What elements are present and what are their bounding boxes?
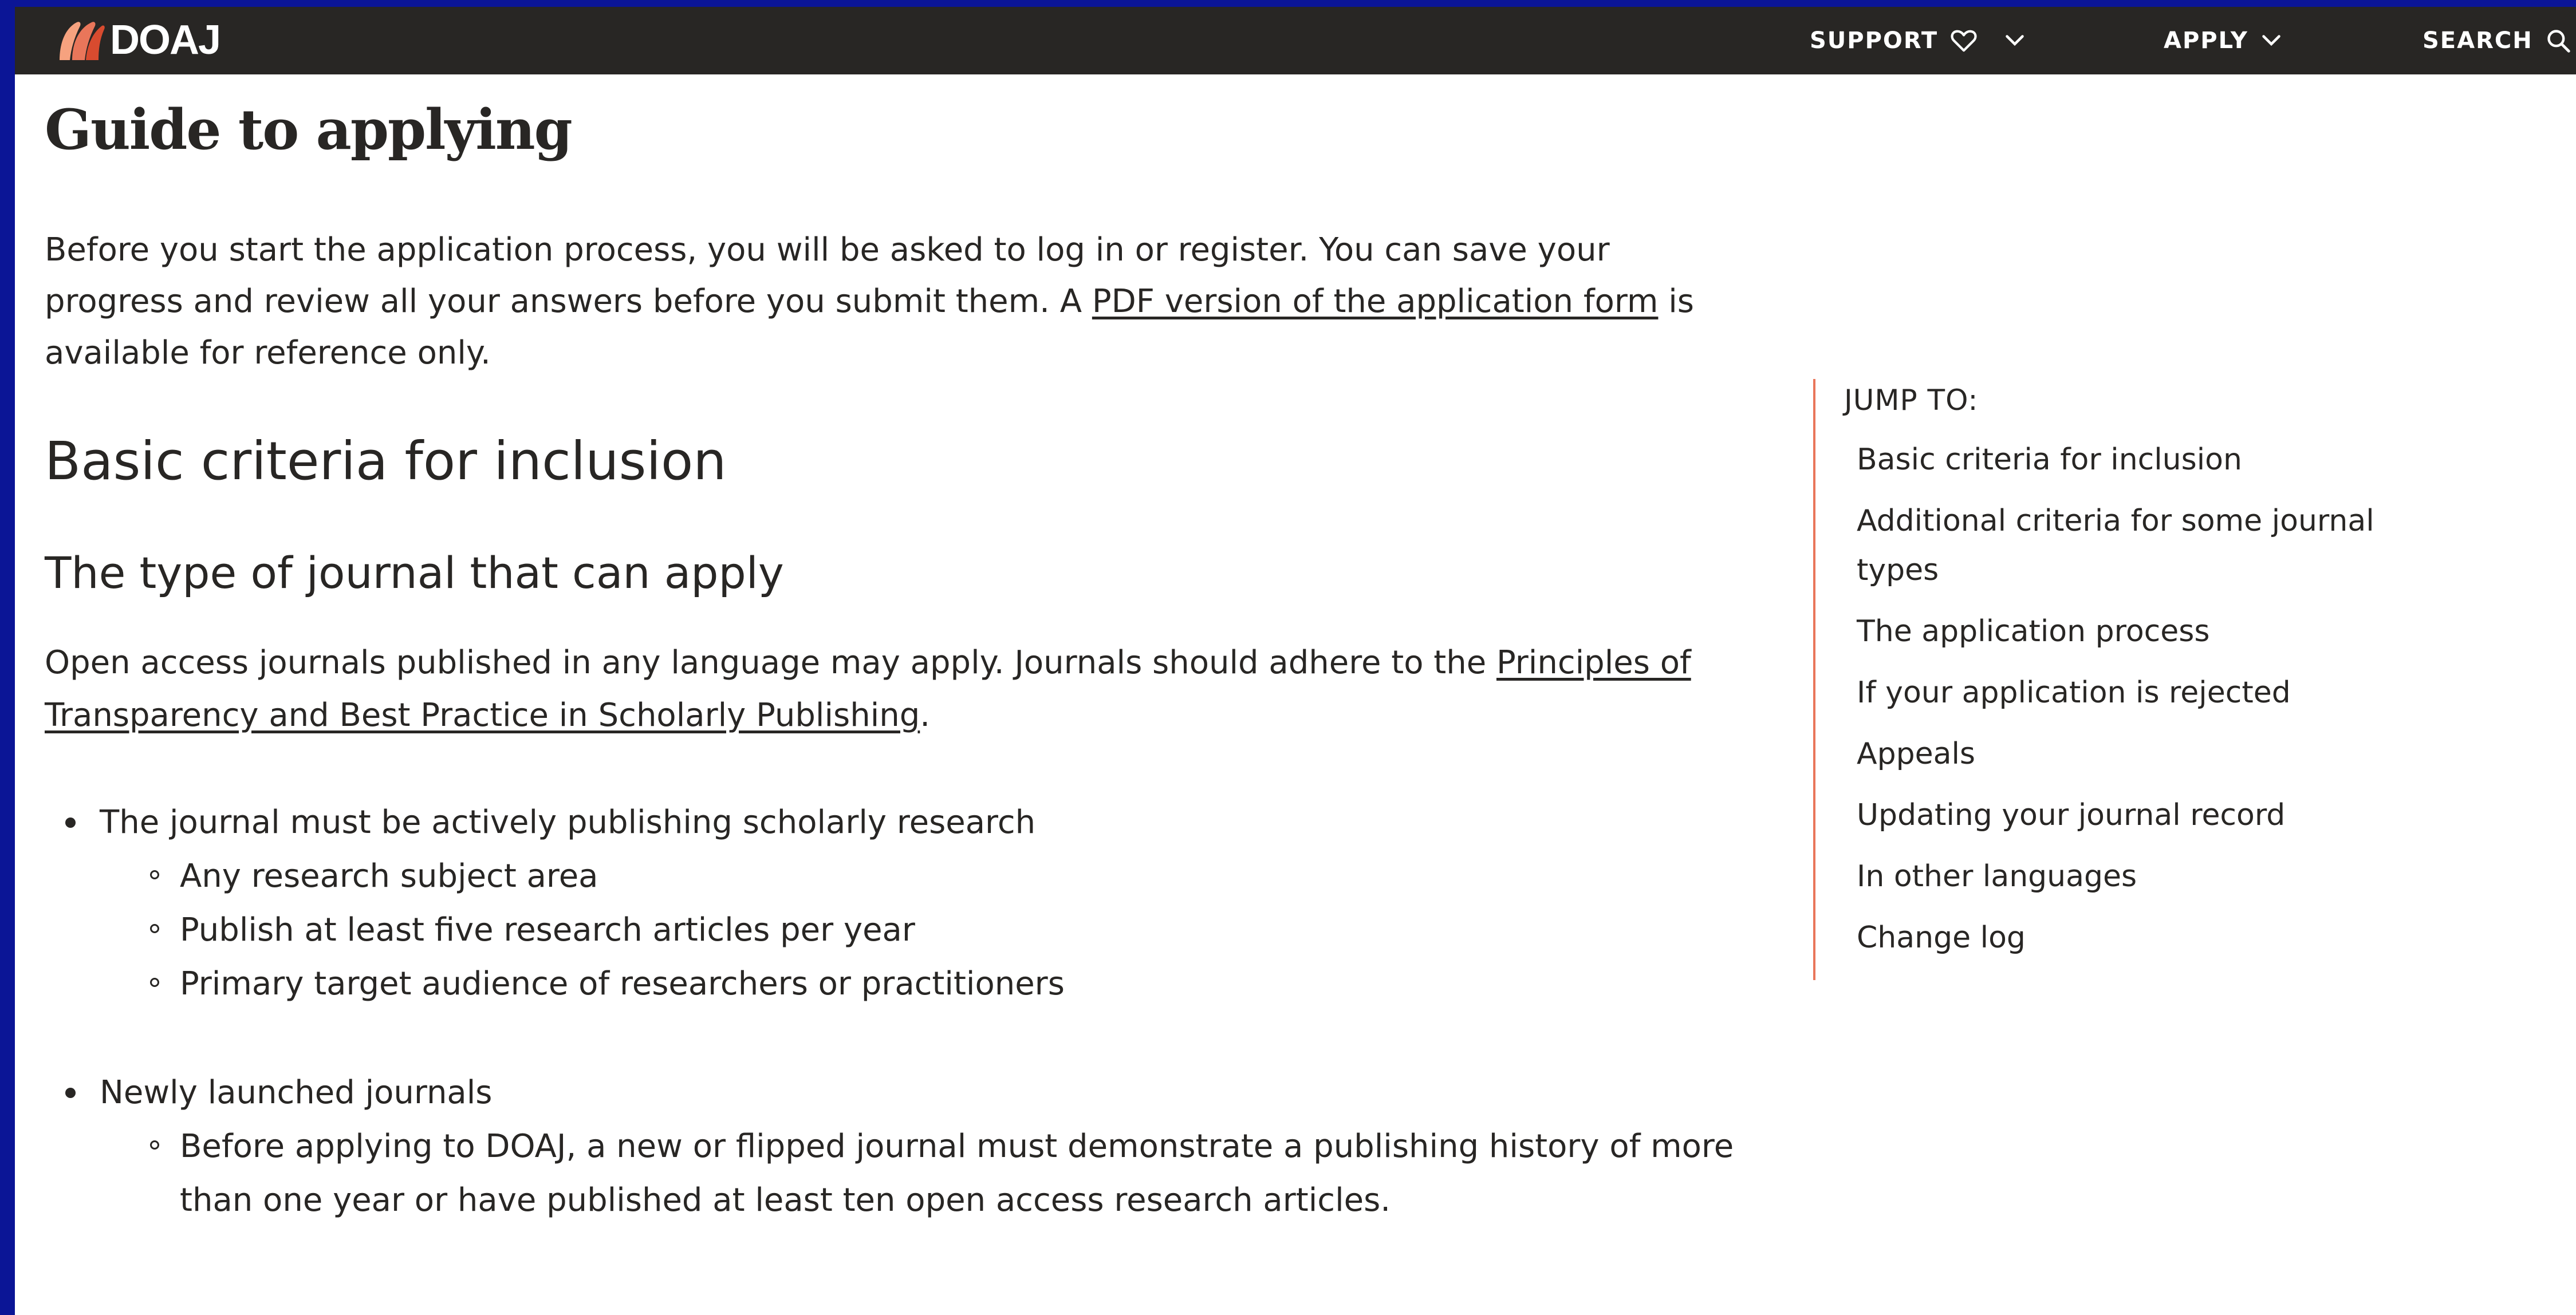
nav-apply-label: APPLY xyxy=(2164,27,2248,54)
nav-apply[interactable]: APPLY xyxy=(2164,7,2282,74)
criteria-label: The journal must be actively publishing … xyxy=(100,804,1036,841)
intro-paragraph: Before you start the application process… xyxy=(45,224,1705,379)
list-item: The journal must be actively publishing … xyxy=(45,796,1763,1011)
doaj-logo-icon xyxy=(60,22,105,60)
page-title: Guide to applying xyxy=(45,97,573,162)
browser-viewport: DOAJ SUPPORT APPLY SEARCH Guide to apply… xyxy=(15,7,2576,1315)
jump-to-list: Basic criteria for inclusion Additional … xyxy=(1844,435,2443,962)
doaj-logo[interactable]: DOAJ xyxy=(57,17,221,63)
toc-link-basic-criteria[interactable]: Basic criteria for inclusion xyxy=(1844,435,2443,484)
criteria-list: The journal must be actively publishing … xyxy=(45,796,1763,1227)
toc-link-change-log[interactable]: Change log xyxy=(1844,913,2443,962)
chevron-down-icon xyxy=(2262,35,2280,46)
criteria-label: Newly launched journals xyxy=(100,1074,493,1111)
top-navigation-bar: DOAJ SUPPORT APPLY SEARCH xyxy=(15,7,2576,74)
heart-icon xyxy=(1951,30,1977,52)
toc-link-application-process[interactable]: The application process xyxy=(1844,607,2443,656)
sub-list: Before applying to DOAJ, a new or flippe… xyxy=(100,1120,1763,1227)
nav-support[interactable]: SUPPORT xyxy=(1810,7,2025,74)
logo-text: DOAJ xyxy=(110,17,221,63)
list-item: Before applying to DOAJ, a new or flippe… xyxy=(100,1120,1760,1227)
jump-to-sidebar: JUMP TO: Basic criteria for inclusion Ad… xyxy=(1813,379,2443,980)
chevron-down-icon xyxy=(2006,35,2024,46)
section-heading-basic-criteria: Basic criteria for inclusion xyxy=(45,431,727,492)
list-item: Newly launched journals Before applying … xyxy=(45,1066,1763,1227)
list-item: Primary target audience of researchers o… xyxy=(100,957,1763,1011)
toc-link-appeals[interactable]: Appeals xyxy=(1844,729,2443,779)
journal-type-paragraph: Open access journals published in any la… xyxy=(45,637,1705,742)
nav-search-label: SEARCH xyxy=(2423,27,2533,54)
nav-support-label: SUPPORT xyxy=(1810,27,1939,54)
subsection-heading-journal-type: The type of journal that can apply xyxy=(45,547,784,598)
list-item: Publish at least five research articles … xyxy=(100,903,1763,957)
jump-to-heading: JUMP TO: xyxy=(1844,384,1979,417)
sub-list: Any research subject area Publish at lea… xyxy=(100,850,1763,1011)
nav-search[interactable]: SEARCH xyxy=(2423,7,2571,74)
para-text-after: . xyxy=(920,697,931,734)
list-item: Any research subject area xyxy=(100,850,1763,903)
para-text-before: Open access journals published in any la… xyxy=(45,644,1496,681)
toc-link-other-languages[interactable]: In other languages xyxy=(1844,852,2443,901)
pdf-application-form-link[interactable]: PDF version of the application form xyxy=(1092,283,1659,320)
toc-link-rejected[interactable]: If your application is rejected xyxy=(1844,668,2443,717)
search-icon xyxy=(2547,30,2570,53)
toc-link-additional-criteria[interactable]: Additional criteria for some journal typ… xyxy=(1844,496,2443,595)
toc-link-updating-record[interactable]: Updating your journal record xyxy=(1844,791,2443,840)
